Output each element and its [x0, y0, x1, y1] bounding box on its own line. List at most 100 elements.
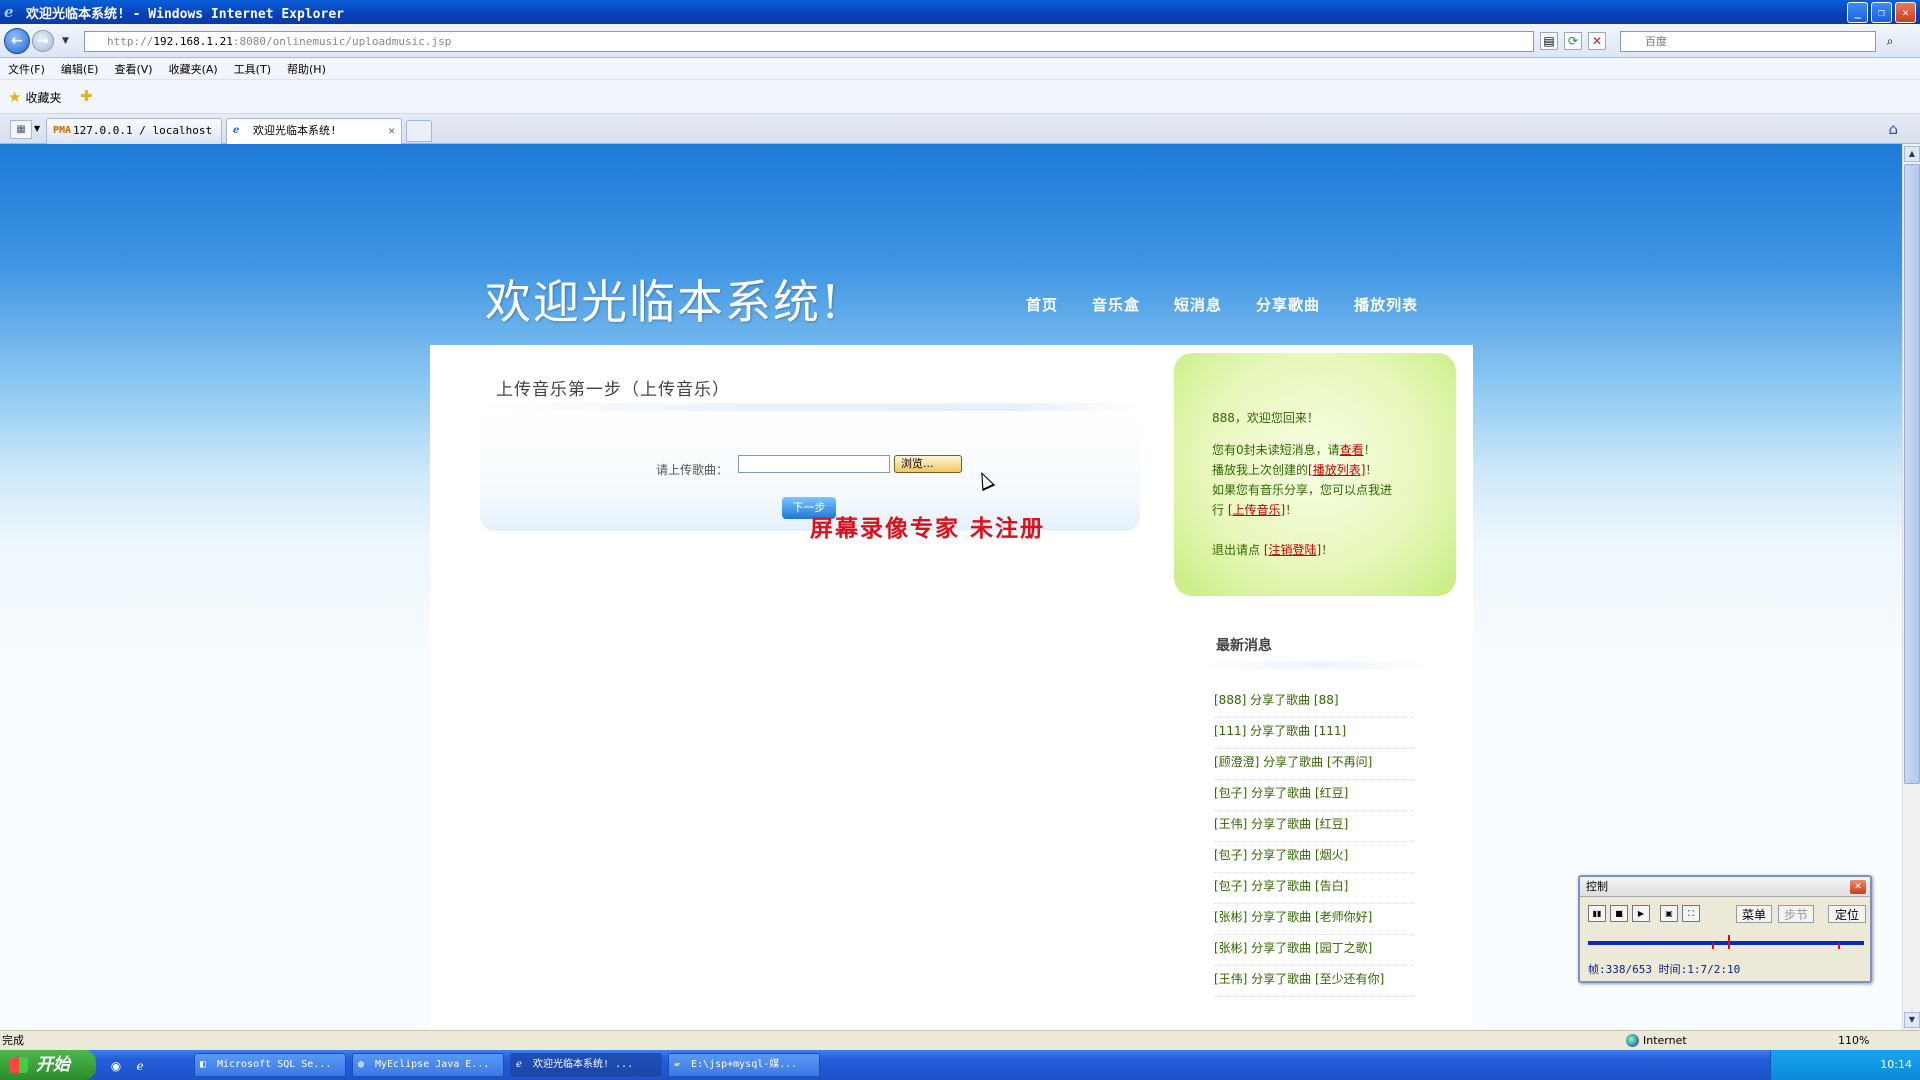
tab-list-dropdown-icon[interactable]: ▼: [34, 124, 40, 133]
scroll-up-icon[interactable]: ▲: [1904, 146, 1920, 162]
menu-tools[interactable]: 工具(T): [234, 61, 271, 77]
forward-button[interactable]: →: [32, 30, 54, 52]
url-prefix: http://: [107, 35, 154, 48]
upload-title: 上传音乐第一步（上传音乐）: [496, 380, 730, 400]
menu-edit[interactable]: 编辑(E): [61, 61, 99, 77]
tab-phpmyadmin[interactable]: PMA 127.0.0.1 / localhost ...: [46, 118, 222, 144]
news-item[interactable]: [张彬] 分享了歌曲 [老师你好]: [1214, 904, 1414, 935]
fullscreen-icon[interactable]: ⛶: [1682, 905, 1700, 922]
play-icon[interactable]: ▶: [1632, 905, 1650, 922]
task-myeclipse[interactable]: ◍ MyEclipse Java E...: [352, 1053, 504, 1077]
nav-home[interactable]: 首页: [1026, 294, 1058, 315]
nav-musicbox[interactable]: 音乐盒: [1092, 294, 1140, 315]
back-button[interactable]: ←: [4, 28, 30, 54]
recorder-progress-track[interactable]: [1588, 941, 1864, 945]
quicklaunch-ie-icon[interactable]: e: [132, 1058, 148, 1074]
punctuation: ！: [1285, 503, 1298, 517]
news-item[interactable]: [888] 分享了歌曲 [88]: [1214, 687, 1414, 718]
recorder-step-button[interactable]: 步节: [1778, 905, 1814, 923]
tab-label: 欢迎光临本系统!: [253, 124, 337, 137]
news-item[interactable]: [包子] 分享了歌曲 [红豆]: [1214, 780, 1414, 811]
recorder-menu-button[interactable]: 菜单: [1736, 905, 1772, 923]
home-icon[interactable]: ⌂: [1888, 120, 1898, 138]
add-favorite-icon[interactable]: ✚: [80, 87, 93, 105]
tab-strip: ▦ ▼ PMA 127.0.0.1 / localhost ... e 欢迎光临…: [0, 114, 1920, 145]
fit-window-icon[interactable]: ▣: [1660, 905, 1678, 922]
window-title: 欢迎光临本系统! - Windows Internet Explorer: [26, 6, 344, 22]
tab-label: 127.0.0.1 / localhost ...: [73, 124, 221, 137]
task-explorer-folder[interactable]: ▰ E:\jsp+mysql-媒...: [668, 1053, 820, 1077]
news-item[interactable]: [包子] 分享了歌曲 [烟火]: [1214, 842, 1414, 873]
menu-view[interactable]: 查看(V): [114, 61, 152, 77]
news-title: 最新消息: [1216, 638, 1272, 654]
recorder-position-marker[interactable]: [1728, 935, 1730, 949]
tab-welcome[interactable]: e 欢迎光临本系统! ✕: [226, 118, 402, 145]
welcome-box: 888，欢迎您回来！ 您有0封未读短消息，请查看！ 播放我上次创建的[播放列表]…: [1174, 353, 1456, 596]
upload-music-link[interactable]: [上传音乐]: [1228, 503, 1285, 517]
news-item[interactable]: [张彬] 分享了歌曲 [园丁之歌]: [1214, 935, 1414, 966]
nav-playlist[interactable]: 播放列表: [1354, 294, 1418, 315]
address-input[interactable]: http://192.168.1.21:8080/onlinemusic/upl…: [84, 31, 1534, 52]
new-tab-button[interactable]: [406, 120, 432, 142]
maximize-button[interactable]: ❐: [1871, 2, 1892, 23]
view-messages-link[interactable]: 查看: [1340, 443, 1364, 457]
task-ie[interactable]: e 欢迎光临本系统! ...: [510, 1053, 662, 1077]
unread-message-text: 您有0封未读短消息，请: [1212, 443, 1340, 457]
quick-tabs-icon[interactable]: ▦: [10, 120, 32, 139]
menu-favorites[interactable]: 收藏夹(A): [169, 61, 218, 77]
logout-text: 退出请点: [1212, 543, 1261, 557]
quicklaunch-icon[interactable]: ◉: [108, 1058, 124, 1074]
file-path-input[interactable]: [738, 455, 890, 473]
search-icon[interactable]: ⌕: [1880, 31, 1900, 52]
news-divider: [1204, 661, 1434, 669]
start-button[interactable]: 开始: [0, 1050, 96, 1080]
system-tray: 10:14: [1770, 1050, 1920, 1080]
sql-server-icon: ◧: [200, 1059, 207, 1070]
ie-logo-icon: e: [4, 3, 14, 21]
menu-help[interactable]: 帮助(H): [287, 61, 326, 77]
stop-icon[interactable]: ■: [1610, 905, 1628, 922]
playlist-link[interactable]: [播放列表]: [1308, 463, 1365, 477]
ie-page-icon: e: [233, 125, 240, 136]
nav-share-songs[interactable]: 分享歌曲: [1256, 294, 1320, 315]
scroll-down-icon[interactable]: ▼: [1904, 1012, 1920, 1028]
menu-file[interactable]: 文件(F): [8, 61, 45, 77]
start-label: 开始: [36, 1055, 70, 1075]
task-sql-server[interactable]: ◧ Microsoft SQL Se...: [194, 1053, 346, 1077]
share-line: 如果您有音乐分享，您可以点我进: [1212, 483, 1393, 497]
news-item[interactable]: [顾澄澄] 分享了歌曲 [不再问]: [1214, 749, 1414, 780]
ie-icon: e: [516, 1059, 522, 1070]
close-button[interactable]: ✕: [1895, 2, 1916, 23]
site-title: 欢迎光临本系统!: [485, 275, 842, 329]
scroll-thumb[interactable]: [1904, 164, 1920, 784]
page-scrollbar[interactable]: ▲ ▼: [1902, 144, 1920, 1030]
news-item[interactable]: [包子] 分享了歌曲 [告白]: [1214, 873, 1414, 904]
zone-label: Internet: [1643, 1034, 1687, 1047]
refresh-icon[interactable]: ⟳: [1564, 32, 1582, 50]
logout-link[interactable]: [注销登陆]: [1264, 543, 1321, 557]
star-icon: ★: [8, 88, 22, 106]
nav-dropdown-icon[interactable]: ▼: [62, 36, 69, 46]
news-item[interactable]: [王伟] 分享了歌曲 [红豆]: [1214, 811, 1414, 842]
clock[interactable]: 10:14: [1880, 1058, 1912, 1071]
news-item[interactable]: [王伟] 分享了歌曲 [至少还有你]: [1214, 966, 1414, 997]
tab-close-icon[interactable]: ✕: [388, 119, 395, 143]
compat-view-icon[interactable]: ▤: [1540, 32, 1558, 50]
task-label: 欢迎光临本系统! ...: [533, 1059, 634, 1070]
search-input[interactable]: 百度: [1620, 31, 1876, 52]
upload-label: 请上传歌曲：: [656, 463, 729, 477]
taskbar: 开始 ◉ e ◧ Microsoft SQL Se... ◍ MyEclipse…: [0, 1050, 1920, 1080]
nav-messages[interactable]: 短消息: [1174, 294, 1222, 315]
recorder-close-icon[interactable]: ✕: [1850, 880, 1866, 894]
pause-icon[interactable]: ▮▮: [1588, 905, 1606, 922]
share-line-2: 行 [上传音乐]！: [1212, 501, 1297, 518]
favorites-button[interactable]: ★ 收藏夹: [8, 88, 61, 106]
minimize-button[interactable]: _: [1847, 2, 1868, 23]
stop-icon[interactable]: ✕: [1588, 32, 1606, 50]
recorder-locate-button[interactable]: 定位: [1828, 905, 1866, 923]
browse-button[interactable]: 浏览...: [894, 455, 962, 473]
punctuation: ！: [1365, 463, 1378, 477]
zoom-level[interactable]: 110%: [1838, 1031, 1869, 1050]
news-item[interactable]: [111] 分享了歌曲 [111]: [1214, 718, 1414, 749]
punctuation: ！: [1363, 443, 1376, 457]
